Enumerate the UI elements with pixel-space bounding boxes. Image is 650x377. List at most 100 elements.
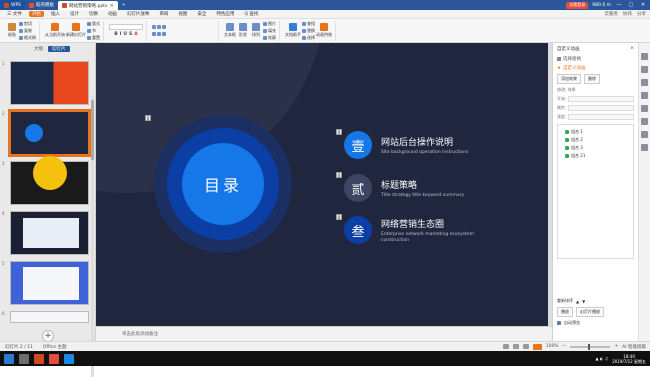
ai-layout-button[interactable]: AI 智能排版 bbox=[622, 344, 646, 350]
italic-button[interactable]: I bbox=[120, 32, 122, 37]
custom-animation-link[interactable]: ★ 自定义动画 bbox=[557, 65, 634, 72]
up-arrow-icon[interactable]: ▲ bbox=[576, 299, 579, 304]
outline-button[interactable]: 轮廓 bbox=[263, 35, 276, 41]
animation-marker[interactable]: 0 bbox=[336, 172, 342, 178]
help-icon[interactable] bbox=[641, 131, 648, 138]
close-tab-icon[interactable]: × bbox=[110, 3, 114, 9]
animation-list-item[interactable]: 组合 3 bbox=[561, 144, 630, 152]
slide-thumbnail-5[interactable] bbox=[10, 261, 89, 305]
text-tools-button[interactable]: 文档助手 bbox=[285, 21, 301, 41]
font-name-select[interactable] bbox=[109, 24, 143, 30]
menu-animation[interactable]: 动画 bbox=[103, 10, 122, 19]
select-pane-link[interactable]: 选择窗格 bbox=[557, 56, 634, 62]
slide-thumbnail-6[interactable] bbox=[10, 311, 89, 323]
play-button[interactable]: 播放 bbox=[557, 307, 573, 317]
share-icon[interactable] bbox=[641, 118, 648, 125]
minimize-button[interactable]: — bbox=[615, 2, 623, 8]
menu-design[interactable]: 设计 bbox=[65, 10, 84, 19]
tab-docer-templates[interactable]: 稻壳模板 bbox=[25, 0, 58, 10]
cut-button[interactable]: 剪切 bbox=[19, 21, 36, 27]
new-tab-button[interactable]: + bbox=[118, 0, 130, 10]
app-taskbar-icon[interactable] bbox=[49, 353, 59, 364]
settings-icon[interactable] bbox=[641, 144, 648, 151]
replace-button[interactable]: 替换 bbox=[302, 28, 315, 34]
notes-area[interactable]: 单击此处添加备注 bbox=[96, 326, 552, 341]
scroll-thumb[interactable] bbox=[91, 100, 94, 160]
slideshow-play-icon[interactable] bbox=[532, 343, 542, 350]
animation-list-item[interactable]: 组合 21 bbox=[561, 152, 630, 160]
menu-review[interactable]: 审阅 bbox=[154, 10, 173, 19]
align-row[interactable] bbox=[152, 24, 166, 30]
animation-marker[interactable]: 0 bbox=[145, 115, 151, 121]
browser-taskbar-icon[interactable] bbox=[64, 353, 74, 364]
toc-item-1[interactable]: 壹 网站后台操作说明 Site background operation ins… bbox=[344, 131, 469, 159]
collaborate-link[interactable]: 协作 bbox=[623, 11, 632, 17]
format-painter-button[interactable]: 格式刷 bbox=[19, 35, 36, 41]
add-effect-button[interactable]: 添加效果 bbox=[557, 74, 581, 84]
animation-list[interactable]: 组合 1 组合 2 组合 3 组合 21 bbox=[557, 124, 634, 259]
cursor-icon[interactable] bbox=[641, 92, 648, 99]
close-pane-button[interactable]: × bbox=[630, 46, 634, 52]
start-select[interactable] bbox=[568, 96, 634, 102]
animation-list-item[interactable]: 组合 1 bbox=[561, 128, 630, 136]
task-view-icon[interactable] bbox=[19, 353, 29, 364]
strike-button[interactable]: S bbox=[129, 32, 132, 37]
slide-thumbnail-1[interactable] bbox=[10, 61, 89, 105]
menu-slideshow[interactable]: 幻灯片放映 bbox=[122, 10, 155, 19]
reading-view-icon[interactable] bbox=[522, 344, 529, 349]
menu-view[interactable]: 视图 bbox=[173, 10, 192, 19]
menu-transition[interactable]: 切换 bbox=[84, 10, 103, 19]
property-select[interactable] bbox=[568, 105, 634, 111]
paste-button[interactable]: 粘贴 bbox=[6, 21, 18, 41]
zoom-in-icon[interactable]: + bbox=[614, 344, 618, 349]
menu-file[interactable]: 三 文件 bbox=[2, 10, 27, 19]
list-row[interactable] bbox=[152, 31, 166, 37]
sorter-view-icon[interactable] bbox=[512, 344, 519, 349]
textbox-button[interactable]: 文本框 bbox=[224, 21, 236, 41]
tab-wps-app[interactable]: WPS bbox=[0, 0, 26, 10]
menu-start[interactable]: 开始 bbox=[28, 11, 44, 17]
slideshow-button[interactable]: 幻灯片播放 bbox=[576, 307, 604, 317]
login-button[interactable]: 访客登录 bbox=[566, 1, 589, 9]
menu-insert[interactable]: 插入 bbox=[46, 10, 65, 19]
zoom-slider[interactable] bbox=[570, 343, 611, 350]
zoom-slider-knob[interactable] bbox=[588, 343, 591, 350]
tab-outline[interactable]: 大纲 bbox=[30, 46, 47, 52]
animation-icon[interactable] bbox=[641, 66, 648, 73]
menu-features[interactable]: 特色应用 bbox=[211, 10, 239, 19]
new-slide-button[interactable]: 新建幻灯片 bbox=[66, 21, 86, 41]
copy-button[interactable]: 复制 bbox=[19, 28, 36, 34]
zoom-level[interactable]: 100% bbox=[546, 344, 559, 349]
property-field[interactable]: 属性: bbox=[557, 105, 634, 111]
speed-select[interactable] bbox=[568, 114, 634, 120]
reset-button[interactable]: 重置 bbox=[87, 35, 100, 41]
share-link[interactable]: 分享 bbox=[637, 11, 646, 17]
toc-item-2[interactable]: 贰 标题策略 Title strategy title keyword summ… bbox=[344, 174, 464, 202]
system-clock[interactable]: 18:40 2019/7/12 星期五 bbox=[612, 354, 646, 364]
toc-circle[interactable]: 目录 bbox=[154, 115, 292, 253]
delete-effect-button[interactable]: 删除 bbox=[584, 74, 600, 84]
backup-icon[interactable] bbox=[641, 105, 648, 112]
fill-button[interactable]: 填充 bbox=[263, 28, 276, 34]
slide-thumbnail-2[interactable] bbox=[8, 109, 91, 157]
down-arrow-icon[interactable]: ▼ bbox=[582, 299, 585, 304]
normal-view-icon[interactable] bbox=[502, 344, 509, 349]
from-current-button[interactable]: 从当前开始 bbox=[45, 21, 65, 41]
slide-thumbnail-4[interactable] bbox=[10, 211, 89, 255]
effects-button[interactable]: 动画特效 bbox=[316, 21, 332, 41]
toc-item-3[interactable]: 叁 网络营销生态圈 Enterprise network marketing e… bbox=[344, 216, 491, 244]
cloud-service-link[interactable]: 云服务 bbox=[605, 11, 619, 17]
arrange-button[interactable]: 排列 bbox=[250, 21, 262, 41]
animation-marker[interactable]: 0 bbox=[336, 129, 342, 135]
menu-search[interactable]: Q 查找 bbox=[239, 10, 263, 19]
select-button[interactable]: 选择 bbox=[302, 35, 315, 41]
maximize-button[interactable]: ▢ bbox=[627, 2, 635, 8]
tab-slides[interactable]: 幻灯片 bbox=[48, 46, 70, 52]
bold-button[interactable]: B bbox=[114, 32, 117, 37]
slide-editor-canvas[interactable]: 目录 0 0 0 0 壹 网站后台操作说明 Site background op… bbox=[96, 43, 552, 326]
thumbnail-scrollbar[interactable] bbox=[91, 95, 94, 377]
animation-list-item[interactable]: 组合 2 bbox=[561, 136, 630, 144]
windows-start-icon[interactable] bbox=[4, 353, 14, 364]
tray-icons[interactable]: ▲ ◐ ♫ bbox=[596, 356, 609, 361]
shape-button[interactable]: 形状 bbox=[237, 21, 249, 41]
